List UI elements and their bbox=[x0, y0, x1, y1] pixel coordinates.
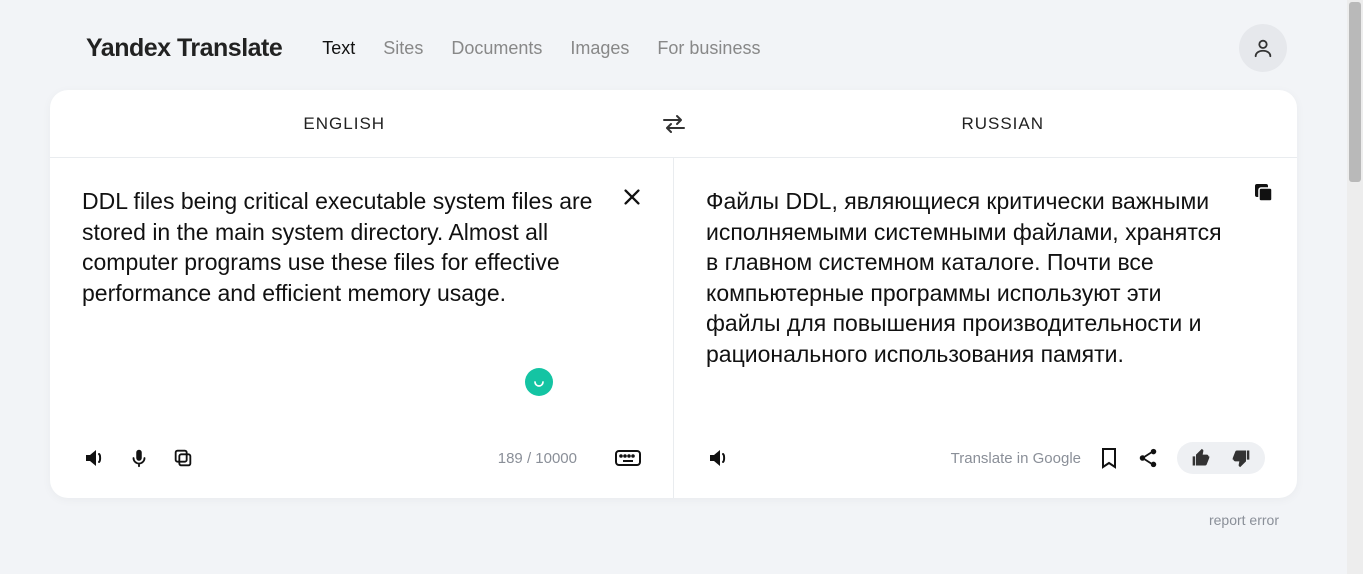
bookmark-button[interactable] bbox=[1099, 446, 1119, 470]
report-error-link[interactable]: report error bbox=[0, 498, 1347, 528]
thumbs-up-button[interactable] bbox=[1191, 448, 1211, 468]
character-count: 189 / 10000 bbox=[498, 450, 577, 467]
share-icon bbox=[1137, 447, 1159, 469]
translate-card: ENGLISH RUSSIAN DDL files being critical… bbox=[50, 90, 1297, 498]
target-panel-footer: Translate in Google bbox=[706, 428, 1265, 488]
language-bar: ENGLISH RUSSIAN bbox=[50, 90, 1297, 158]
source-language-select[interactable]: ENGLISH bbox=[50, 90, 639, 157]
browser-scrollbar-thumb[interactable] bbox=[1349, 2, 1361, 182]
top-nav: Text Sites Documents Images For business bbox=[322, 38, 760, 59]
header: Yandex Translate Text Sites Documents Im… bbox=[0, 0, 1347, 90]
copy-icon bbox=[1251, 180, 1275, 204]
thumbs-down-icon bbox=[1231, 448, 1251, 468]
source-text-input[interactable]: DDL files being critical executable syst… bbox=[82, 186, 602, 308]
share-button[interactable] bbox=[1137, 447, 1159, 469]
speaker-icon bbox=[706, 446, 730, 470]
copy-translation-button[interactable] bbox=[1251, 180, 1275, 204]
smile-icon bbox=[531, 374, 547, 390]
thumbs-up-icon bbox=[1191, 448, 1211, 468]
target-language-select[interactable]: RUSSIAN bbox=[709, 90, 1298, 157]
nav-documents[interactable]: Documents bbox=[451, 38, 542, 59]
account-button[interactable] bbox=[1239, 24, 1287, 72]
clear-input-button[interactable] bbox=[621, 186, 643, 208]
listen-translation-button[interactable] bbox=[706, 446, 730, 470]
close-icon bbox=[621, 186, 643, 208]
swap-icon bbox=[661, 113, 687, 135]
target-text-output: Файлы DDL, являющиеся критически важными… bbox=[706, 186, 1226, 369]
swap-languages-button[interactable] bbox=[639, 90, 709, 157]
feedback-buttons bbox=[1177, 442, 1265, 474]
voice-input-button[interactable] bbox=[128, 447, 150, 469]
nav-images[interactable]: Images bbox=[570, 38, 629, 59]
grammarly-badge[interactable] bbox=[525, 368, 553, 396]
microphone-icon bbox=[128, 447, 150, 469]
logo[interactable]: Yandex Translate bbox=[86, 34, 282, 63]
browser-scrollbar-track[interactable] bbox=[1347, 0, 1363, 574]
nav-sites[interactable]: Sites bbox=[383, 38, 423, 59]
nav-text[interactable]: Text bbox=[322, 38, 355, 59]
keyboard-icon bbox=[615, 448, 641, 468]
copy-source-button[interactable] bbox=[172, 447, 194, 469]
virtual-keyboard-button[interactable] bbox=[615, 448, 641, 468]
listen-source-button[interactable] bbox=[82, 446, 106, 470]
source-panel: DDL files being critical executable syst… bbox=[50, 158, 674, 498]
speaker-icon bbox=[82, 446, 106, 470]
translate-in-google-link[interactable]: Translate in Google bbox=[951, 450, 1081, 467]
target-panel: Файлы DDL, являющиеся критически важными… bbox=[674, 158, 1297, 498]
bookmark-icon bbox=[1099, 446, 1119, 470]
user-icon bbox=[1252, 37, 1274, 59]
copy-icon bbox=[172, 447, 194, 469]
source-panel-footer: 189 / 10000 bbox=[82, 428, 641, 488]
nav-business[interactable]: For business bbox=[657, 38, 760, 59]
thumbs-down-button[interactable] bbox=[1231, 448, 1251, 468]
